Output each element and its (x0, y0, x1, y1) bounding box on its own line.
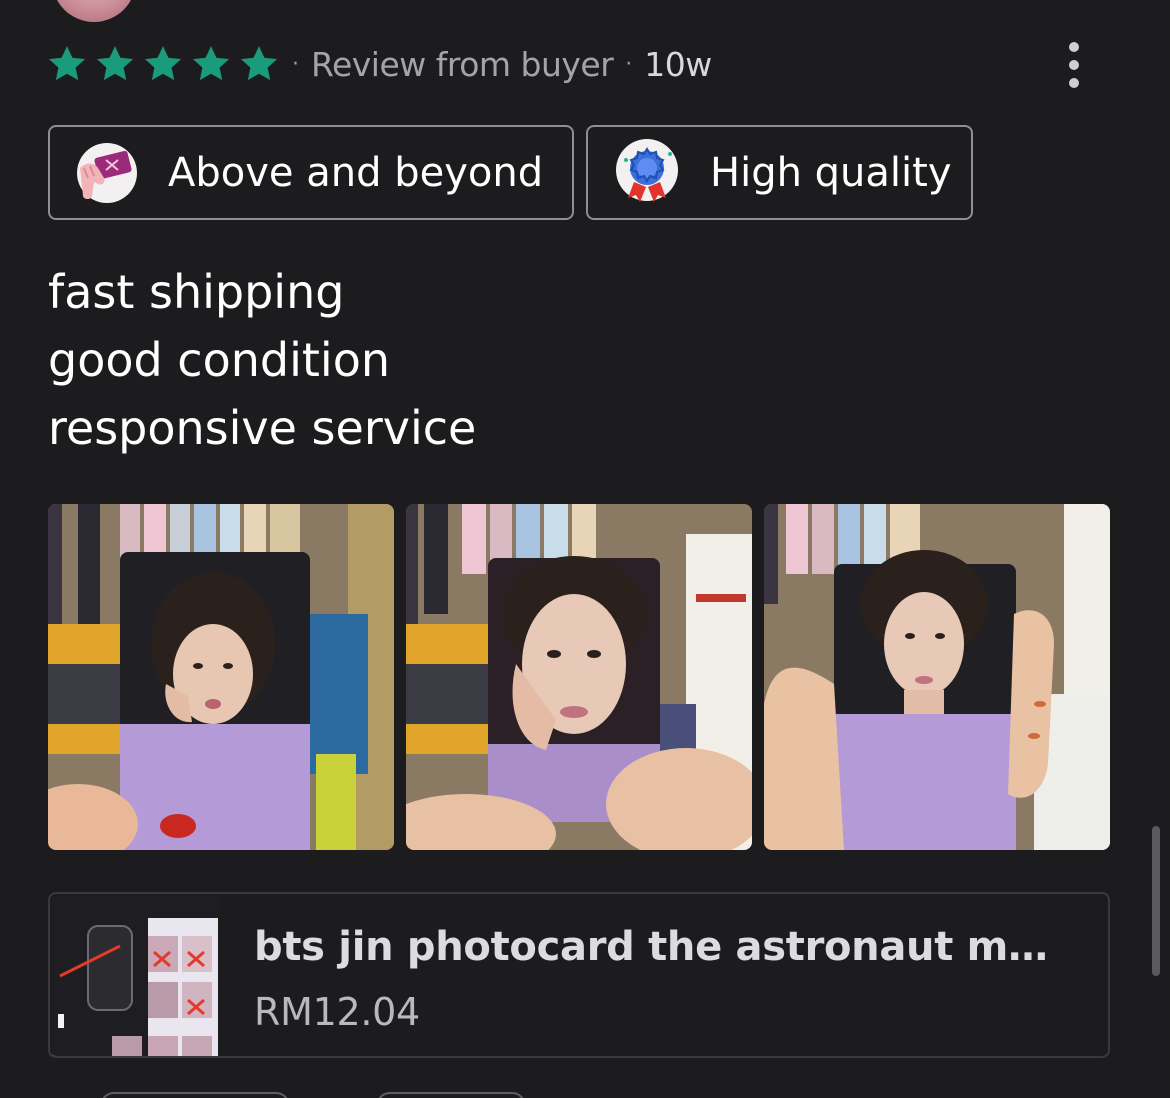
rating-row: · Review from buyer · 10w (46, 38, 712, 90)
scrollbar[interactable] (1152, 826, 1160, 976)
photocard-image (764, 504, 1110, 850)
reviewer-avatar[interactable] (52, 0, 136, 22)
product-card[interactable]: bts jin photocard the astronaut merc… RM… (48, 892, 1110, 1058)
review-photo[interactable] (764, 504, 1110, 850)
product-title[interactable]: bts jin photocard the astronaut merc… (254, 924, 1074, 970)
review-page: · Review from buyer · 10w Above and beyo… (0, 0, 1170, 1098)
review-text: fast shipping good condition responsive … (48, 258, 476, 462)
review-source: Review from buyer (311, 44, 614, 84)
next-review-chip (100, 1092, 290, 1098)
next-review-chip (376, 1092, 526, 1098)
star-icon (144, 46, 182, 81)
ticket-hand-icon (77, 142, 137, 203)
photocard-image (48, 504, 394, 850)
star-icon (240, 46, 278, 81)
award-ribbon-icon (616, 138, 678, 202)
separator-dot: · (625, 51, 633, 77)
separator-dot: · (292, 51, 299, 77)
badge-label: High quality (710, 149, 952, 196)
product-thumbnail (52, 896, 218, 1056)
more-vertical-icon-dot (1069, 78, 1079, 88)
review-photo[interactable] (48, 504, 394, 850)
review-text-line: good condition (48, 333, 390, 387)
review-text-line: fast shipping (48, 265, 345, 319)
product-price: RM12.04 (254, 990, 420, 1034)
photocard-image (406, 504, 752, 850)
product-thumbnail-image (52, 896, 218, 1056)
star-icon (48, 46, 86, 81)
more-options-button[interactable] (1054, 38, 1094, 92)
badge-above-and-beyond: Above and beyond (48, 125, 574, 220)
more-vertical-icon (1069, 42, 1079, 52)
star-icon (96, 46, 134, 81)
review-age: 10w (644, 44, 712, 84)
star-icon (192, 46, 230, 81)
badge-label: Above and beyond (168, 149, 544, 196)
review-text-line: responsive service (48, 401, 477, 455)
star-rating (46, 43, 280, 85)
more-vertical-icon-dot (1069, 60, 1079, 70)
review-photo[interactable] (406, 504, 752, 850)
badge-high-quality: High quality (586, 125, 973, 220)
